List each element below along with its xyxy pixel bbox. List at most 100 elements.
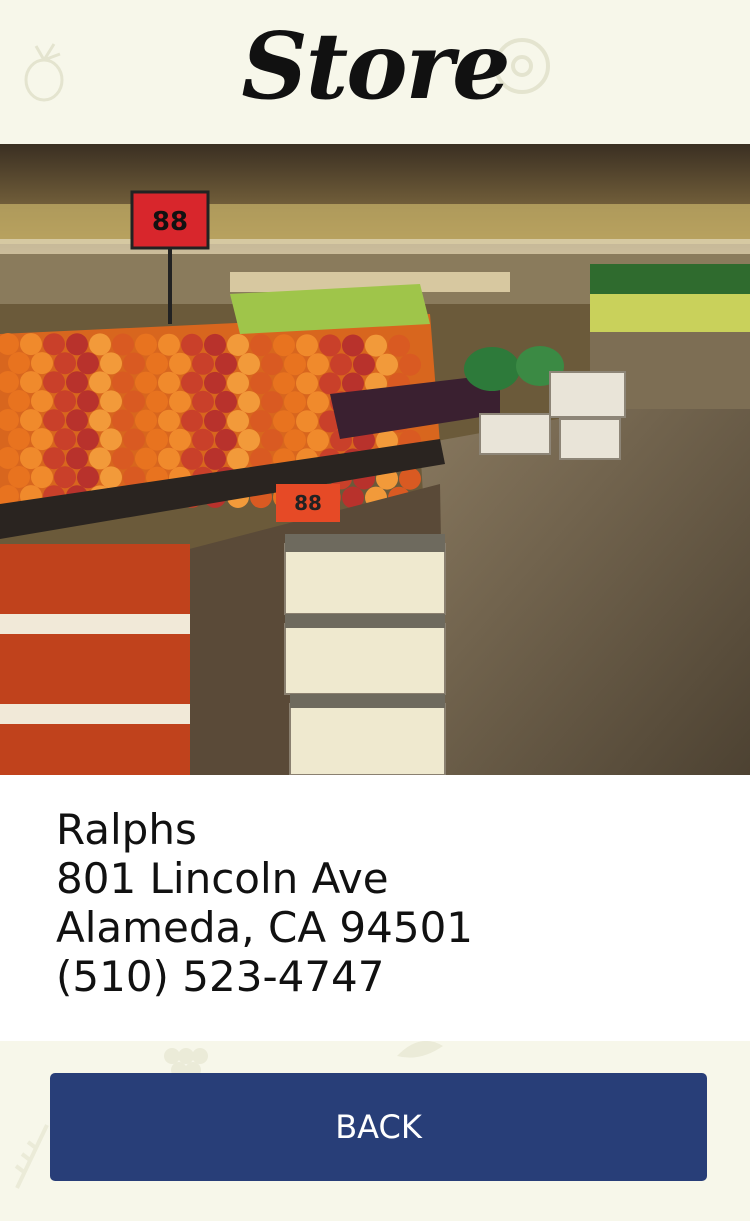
fruit-texture xyxy=(376,353,398,376)
fruit-texture xyxy=(43,371,65,394)
fruit-texture xyxy=(296,410,318,433)
fruit-texture xyxy=(319,372,341,395)
fruit-texture xyxy=(112,409,134,432)
fruit-texture xyxy=(89,409,111,432)
store-address-block: Ralphs 801 Lincoln Ave Alameda, CA 94501… xyxy=(56,805,473,1001)
fruit-texture xyxy=(250,410,272,433)
fruit-texture xyxy=(181,447,203,470)
fruit-texture xyxy=(284,391,306,414)
fruit-texture xyxy=(307,429,329,452)
fruit-texture xyxy=(89,447,111,470)
fruit-texture xyxy=(319,334,341,357)
fruit-texture xyxy=(169,428,191,451)
fruit-texture xyxy=(8,390,30,412)
fruit-texture xyxy=(250,334,272,357)
fruit-texture xyxy=(20,447,42,470)
fruit-texture xyxy=(112,333,134,356)
fruit-texture xyxy=(388,334,410,357)
fruit-texture xyxy=(135,447,157,470)
fruit-texture xyxy=(54,466,76,489)
fruit-texture xyxy=(8,352,30,374)
fruit-texture xyxy=(399,353,421,376)
fruit-texture xyxy=(77,466,99,489)
fruit-texture xyxy=(353,353,375,376)
fruit-texture xyxy=(146,352,168,375)
fruit-texture xyxy=(273,410,295,433)
fruit-texture xyxy=(273,372,295,395)
fruit-texture xyxy=(192,352,214,375)
fruit-texture xyxy=(215,390,237,413)
hanging-price-sign: 88 xyxy=(152,207,188,237)
fruit-texture xyxy=(66,371,88,394)
fruit-texture xyxy=(66,409,88,432)
fruit-texture xyxy=(238,353,260,375)
fruit-texture xyxy=(100,466,122,489)
fruit-texture xyxy=(20,333,42,356)
fruit-texture xyxy=(296,372,318,395)
store-phone[interactable]: (510) 523-4747 xyxy=(56,952,473,1001)
fruit-texture xyxy=(204,447,226,470)
fruit-texture xyxy=(296,334,318,357)
store-name: Ralphs xyxy=(56,805,197,854)
fruit-texture xyxy=(227,448,249,470)
fruit-texture xyxy=(112,447,134,470)
fruit-texture xyxy=(100,428,122,451)
back-button-label: BACK xyxy=(335,1108,422,1146)
fruit-texture xyxy=(8,466,30,488)
fruit-texture xyxy=(227,334,249,356)
fruit-texture xyxy=(181,371,203,394)
fruit-texture xyxy=(192,390,214,413)
fruit-texture xyxy=(54,428,76,451)
fruit-texture xyxy=(123,352,145,375)
fruit-texture xyxy=(284,429,306,452)
fruit-texture xyxy=(135,371,157,394)
fruit-texture xyxy=(261,353,283,376)
fruit-texture xyxy=(77,428,99,451)
fruit-texture xyxy=(8,428,30,450)
fruit-texture xyxy=(227,372,249,394)
fruit-texture xyxy=(146,428,168,451)
fruit-texture xyxy=(250,372,272,395)
wheat-doodle-icon xyxy=(12,1120,52,1190)
fruit-texture xyxy=(43,409,65,432)
store-photo: 88 88 xyxy=(0,144,750,775)
fruit-texture xyxy=(169,352,191,375)
fruit-texture xyxy=(89,333,111,356)
fruit-texture xyxy=(43,333,65,356)
fruit-texture xyxy=(238,391,260,413)
fruit-texture xyxy=(204,371,226,394)
fruit-texture xyxy=(158,333,180,356)
fruit-texture xyxy=(261,429,283,452)
fruit-texture xyxy=(20,371,42,394)
fruit-texture xyxy=(215,428,237,451)
fruit-texture xyxy=(123,390,145,413)
fruit-texture xyxy=(330,353,352,376)
fruit-texture xyxy=(158,409,180,432)
fruit-texture xyxy=(31,466,53,489)
bin-price-tag: 88 xyxy=(294,491,322,515)
fruit-texture xyxy=(77,352,99,375)
fruit-texture xyxy=(204,409,226,432)
header: Store xyxy=(0,0,750,144)
fruit-texture xyxy=(342,334,364,357)
store-city-line: Alameda, CA 94501 xyxy=(56,903,474,952)
page-title: Store xyxy=(241,12,510,120)
fruit-texture xyxy=(135,333,157,356)
fruit-texture xyxy=(261,391,283,414)
fruit-texture xyxy=(89,371,111,394)
fruit-texture xyxy=(215,352,237,375)
fruit-texture xyxy=(66,447,88,470)
fruit-texture xyxy=(158,447,180,470)
fruit-texture xyxy=(31,352,53,375)
fruit-texture xyxy=(169,390,191,413)
fruit-texture xyxy=(307,353,329,376)
store-info-panel: Ralphs 801 Lincoln Ave Alameda, CA 94501… xyxy=(0,775,750,1041)
fruit-texture xyxy=(238,429,260,451)
fruit-texture xyxy=(77,390,99,413)
fruit-texture xyxy=(181,333,203,356)
fruit-texture xyxy=(146,390,168,413)
back-button[interactable]: BACK xyxy=(50,1073,707,1181)
fruit-texture xyxy=(123,428,145,451)
store-street: 801 Lincoln Ave xyxy=(56,854,389,903)
fruit-texture xyxy=(112,371,134,394)
